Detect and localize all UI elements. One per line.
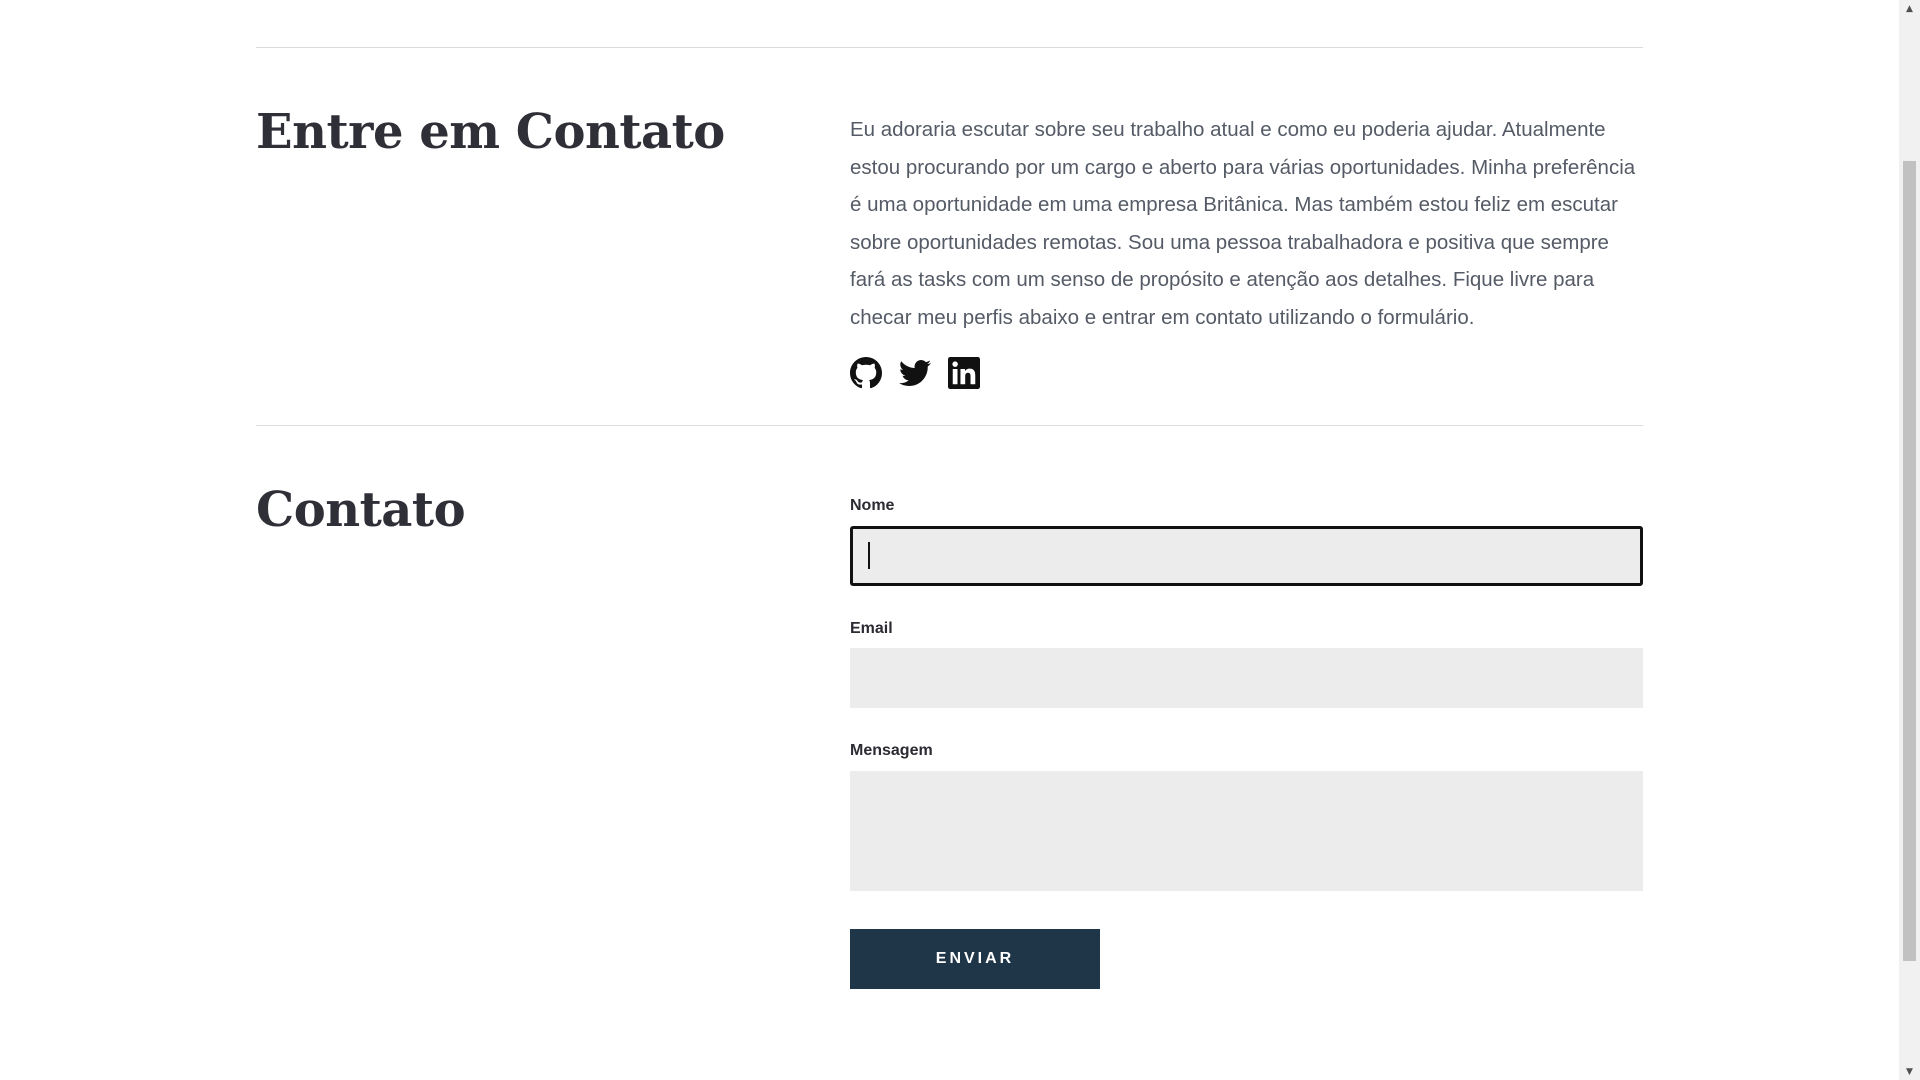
middle-divider	[256, 425, 1643, 426]
github-link[interactable]	[850, 357, 882, 389]
scroll-thumb[interactable]	[1903, 161, 1916, 961]
name-label: Nome	[850, 497, 895, 514]
twitter-link[interactable]	[899, 357, 931, 389]
twitter-icon	[899, 357, 931, 389]
message-textarea[interactable]	[850, 771, 1643, 891]
name-input[interactable]	[850, 526, 1643, 586]
message-label: Mensagem	[850, 742, 933, 759]
about-heading: Entre em Contato	[256, 104, 725, 160]
vertical-scrollbar[interactable]: ▲ ▼	[1899, 0, 1920, 1080]
page-viewport: Entre em Contato Eu adoraria escutar sob…	[0, 0, 1899, 1080]
email-label: Email	[850, 620, 893, 637]
scroll-up-arrow-icon[interactable]: ▲	[1899, 0, 1920, 17]
top-divider	[256, 47, 1643, 48]
linkedin-link[interactable]	[948, 357, 980, 389]
text-caret	[868, 542, 870, 569]
linkedin-icon	[948, 357, 980, 389]
submit-button[interactable]: ENVIAR	[850, 929, 1100, 989]
email-input[interactable]	[850, 648, 1643, 708]
contact-heading: Contato	[256, 482, 466, 538]
scroll-down-arrow-icon[interactable]: ▼	[1899, 1063, 1920, 1080]
about-description: Eu adoraria escutar sobre seu trabalho a…	[850, 118, 1636, 329]
github-icon	[850, 357, 882, 389]
social-links	[850, 357, 980, 389]
